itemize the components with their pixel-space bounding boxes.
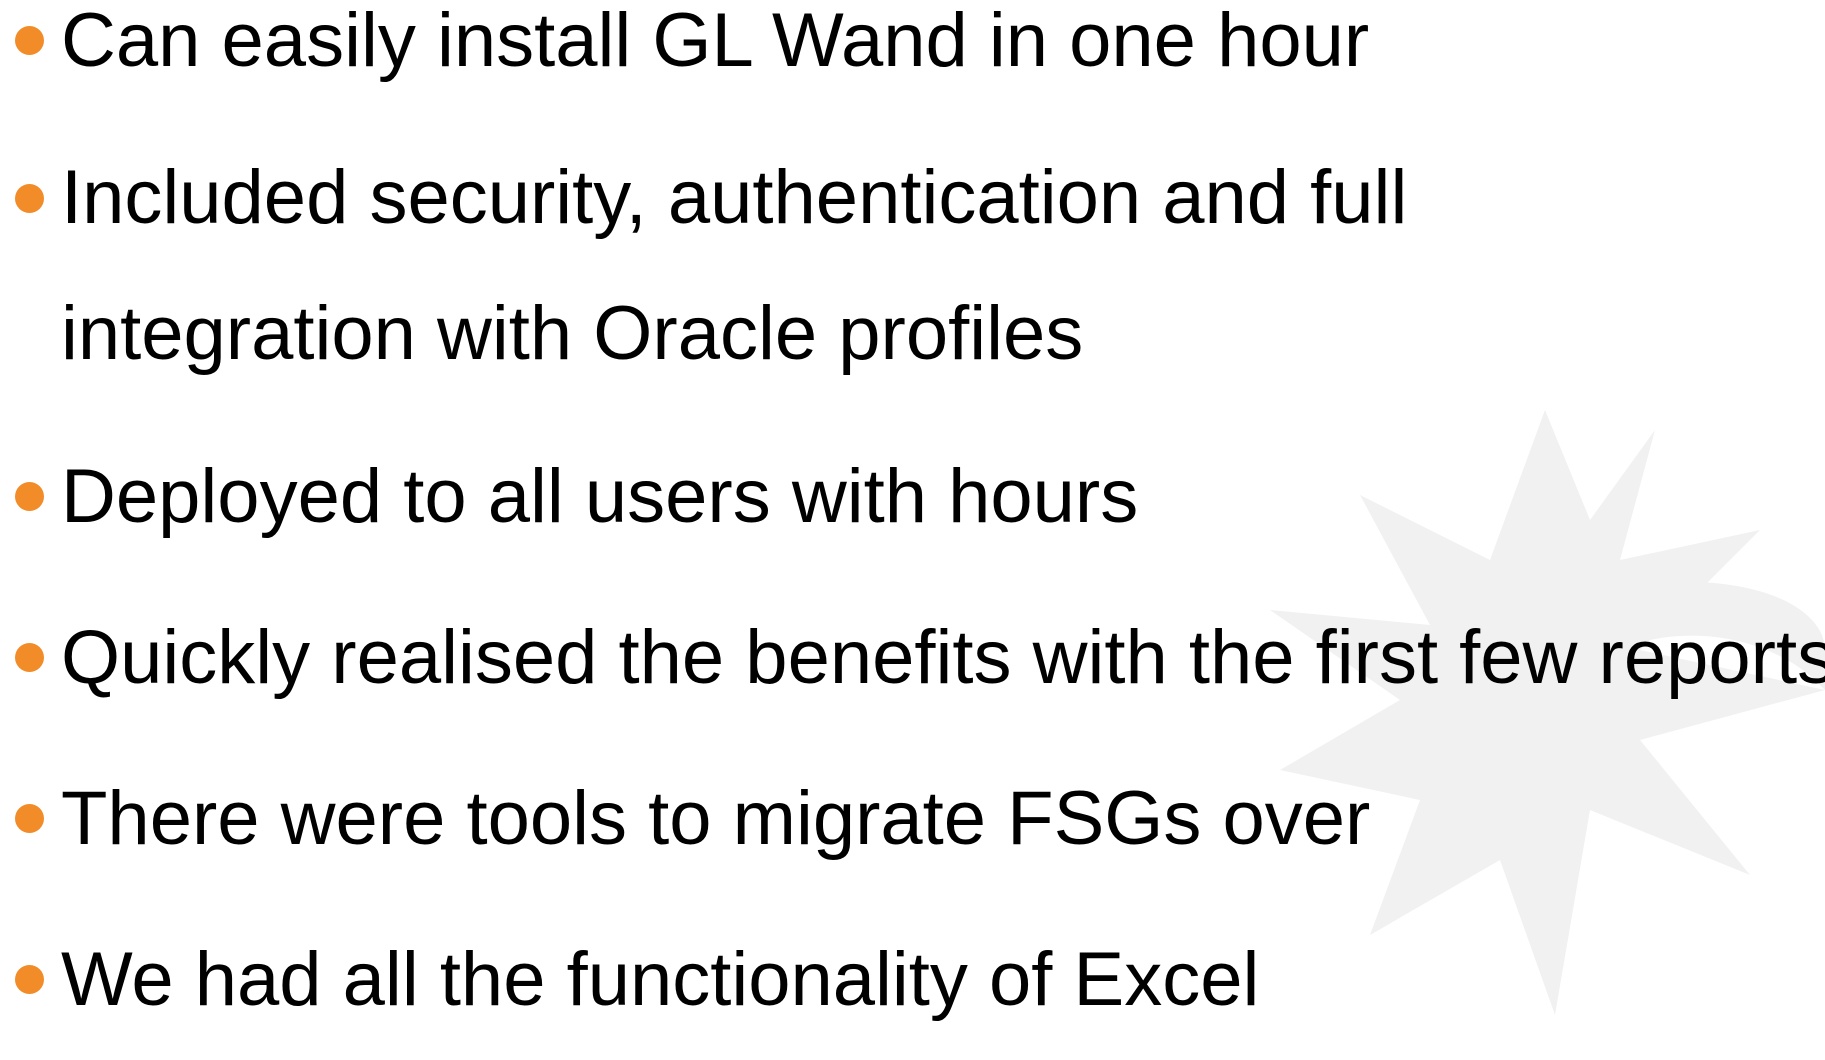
bullet-text: We had all the functionality of Excel	[61, 937, 1260, 1022]
bullet-dot	[15, 26, 44, 55]
bullet-list: Can easily install GL Wand in one hour I…	[0, 0, 1825, 1022]
bullet-dot	[15, 804, 44, 833]
bullet-text: Deployed to all users with hours	[61, 454, 1139, 539]
bullet-text: Quickly realised the benefits with the f…	[61, 615, 1825, 700]
bullet-text: Can easily install GL Wand in one hour	[61, 0, 1370, 83]
bullet-dot	[15, 482, 44, 511]
bullet-text: There were tools to migrate FSGs over	[61, 776, 1371, 861]
bullet-text: Included security, authentication and fu…	[61, 155, 1408, 376]
bullet-dot	[15, 643, 44, 672]
bullet-dot	[15, 184, 44, 213]
bullet-dot	[15, 965, 44, 994]
